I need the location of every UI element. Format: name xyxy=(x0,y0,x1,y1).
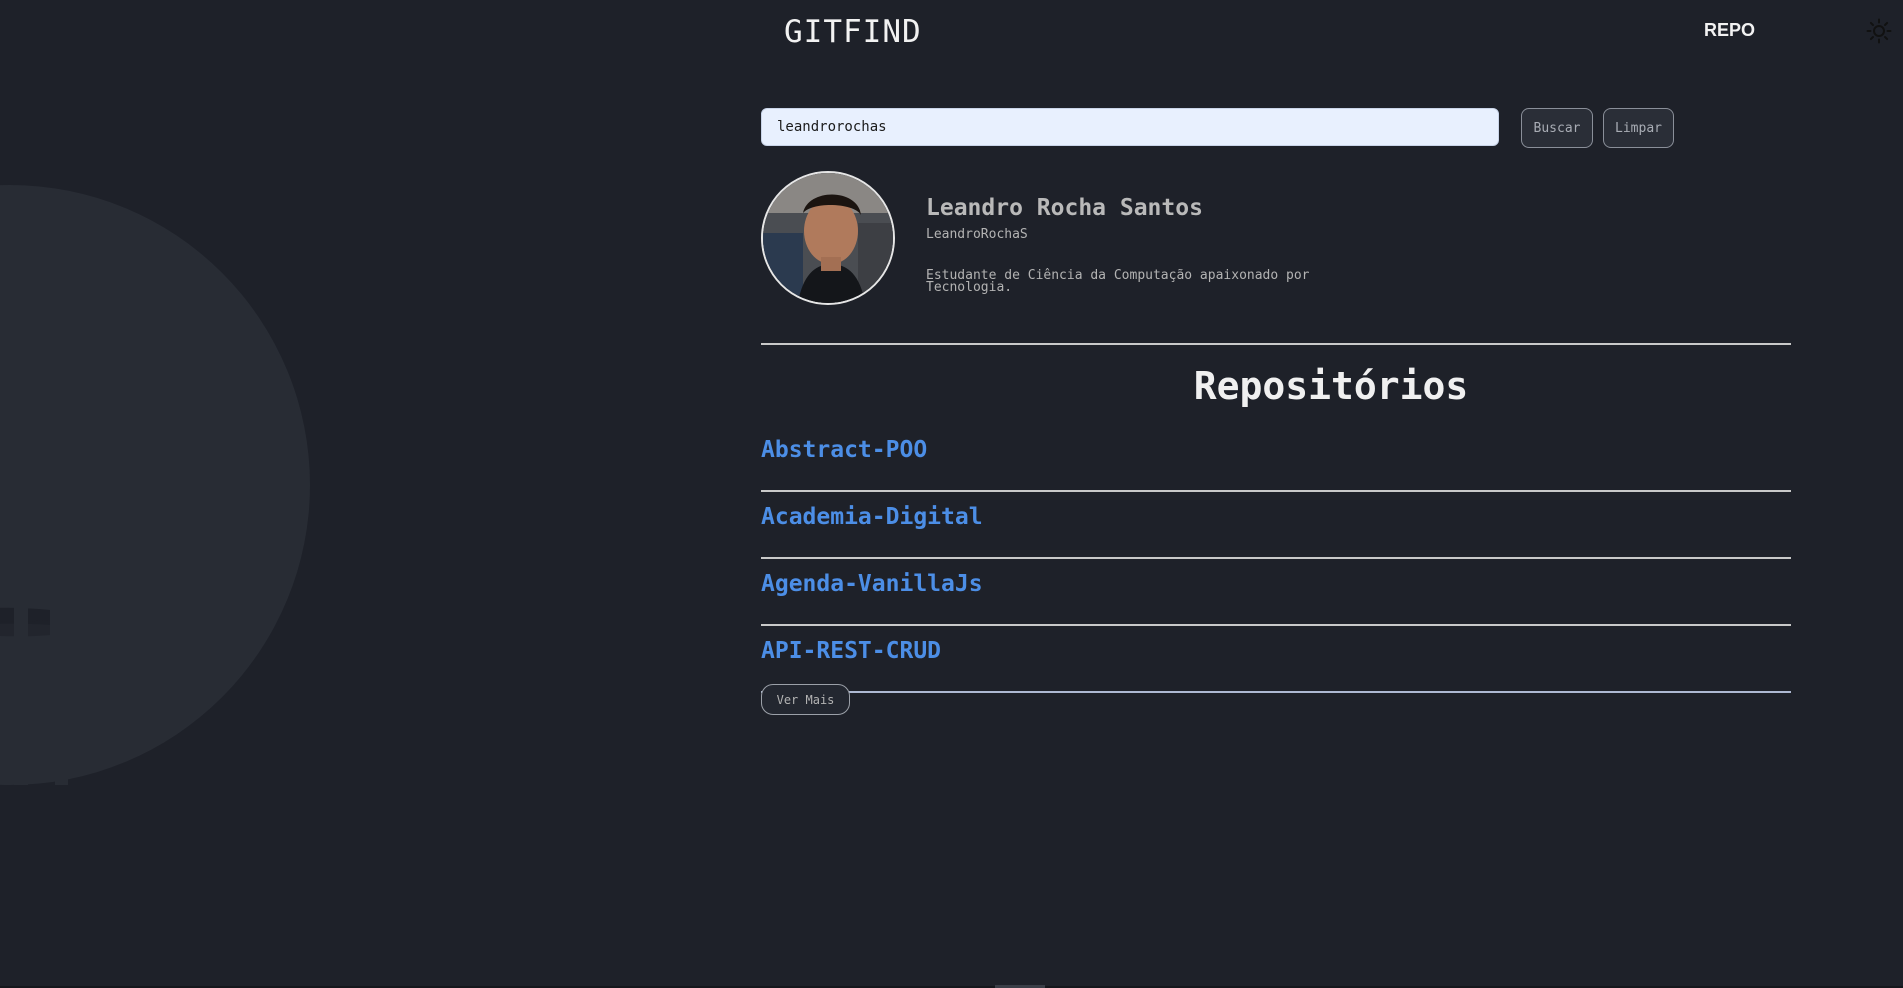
repository-list: Abstract-POO Academia-Digital Agenda-Van… xyxy=(761,425,1791,693)
repo-link[interactable]: Abstract-POO xyxy=(761,437,927,463)
repo-link[interactable]: API-REST-CRUD xyxy=(761,638,941,664)
list-item: Abstract-POO xyxy=(761,425,1791,492)
list-item: Agenda-VanillaJs xyxy=(761,559,1791,626)
page: GITFIND REPO Buscar Limpar xyxy=(0,0,1903,988)
profile-card: Leandro Rocha Santos LeandroRochaS Estud… xyxy=(761,171,1791,305)
github-logo-background-icon xyxy=(0,185,310,785)
repo-link[interactable]: Academia-Digital xyxy=(761,504,983,530)
search-input[interactable] xyxy=(761,108,1499,146)
nav-repo-link[interactable]: REPO xyxy=(1704,20,1755,41)
avatar xyxy=(761,171,895,305)
buscar-button[interactable]: Buscar xyxy=(1521,108,1593,148)
profile-bio: Estudante de Ciência da Computação apaix… xyxy=(926,268,1310,295)
limpar-button[interactable]: Limpar xyxy=(1603,108,1674,148)
profile-name: Leandro Rocha Santos xyxy=(926,195,1203,221)
list-item: API-REST-CRUD xyxy=(761,626,1791,693)
profile-login: LeandroRochaS xyxy=(926,227,1028,242)
header: GITFIND REPO xyxy=(0,0,1903,66)
sun-icon[interactable] xyxy=(1866,18,1892,44)
repositories-title: Repositórios xyxy=(1193,364,1469,408)
divider xyxy=(761,343,1791,345)
avatar-photo xyxy=(763,173,893,303)
list-item: Academia-Digital xyxy=(761,492,1791,559)
ver-mais-button[interactable]: Ver Mais xyxy=(761,684,850,715)
brand-title[interactable]: GITFIND xyxy=(784,14,922,50)
repo-link[interactable]: Agenda-VanillaJs xyxy=(761,571,983,597)
